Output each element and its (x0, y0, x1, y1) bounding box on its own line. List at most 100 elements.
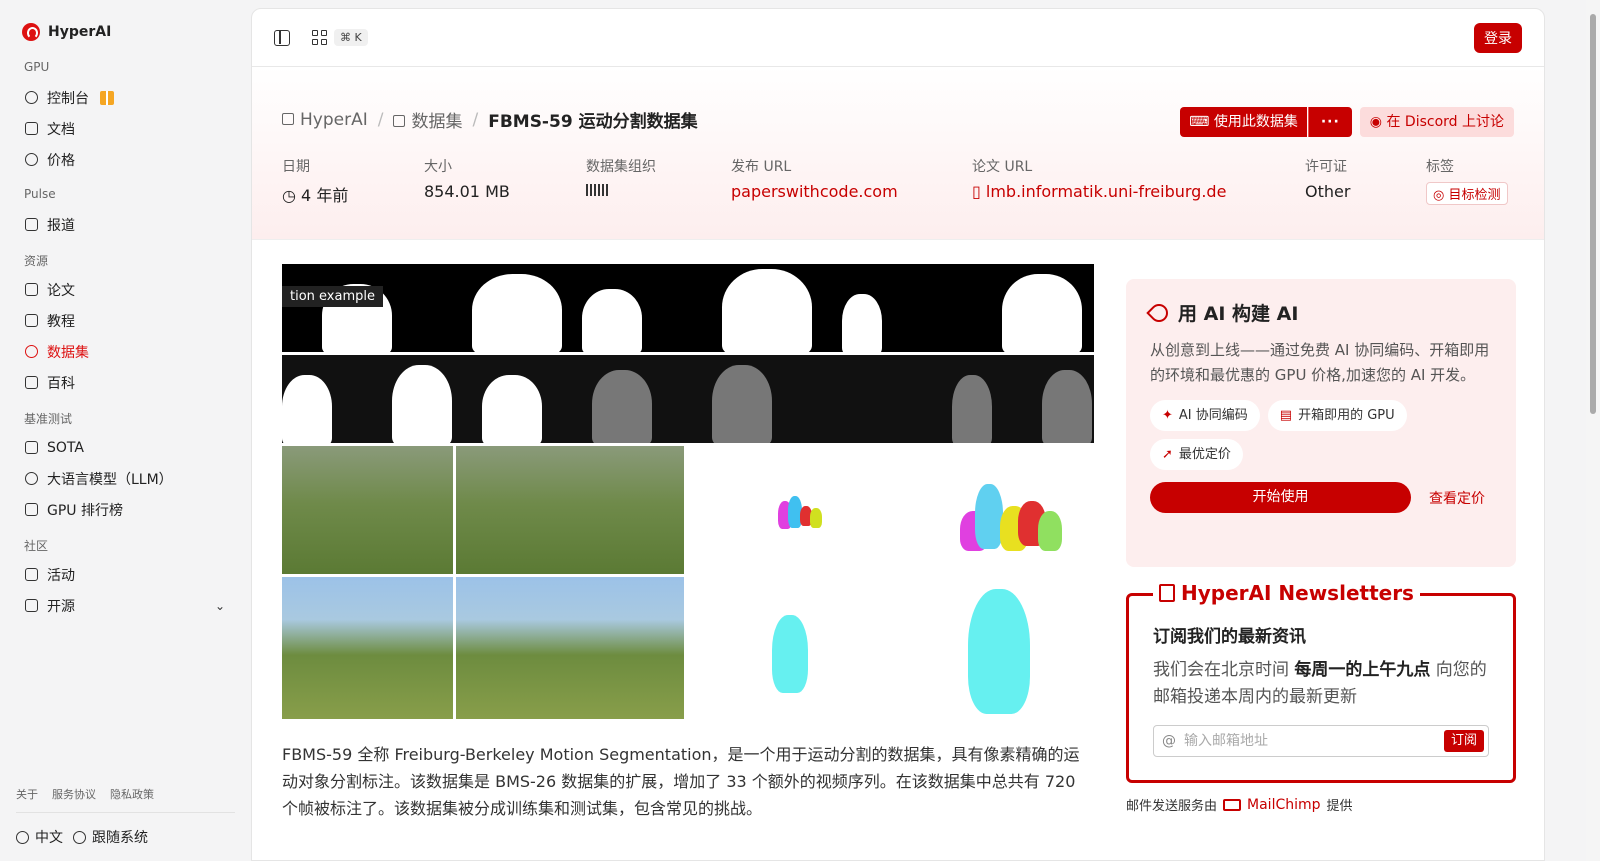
login-button[interactable]: 登录 (1474, 22, 1522, 53)
newsletter-box: HyperAI Newsletters 订阅我们的最新资讯 我们会在北京时间 每… (1126, 581, 1516, 783)
horse-mask-large (920, 577, 1094, 719)
right-rail: 用 AI 构建 AI 从创意到上线——通过免费 AI 协同编码、开箱即用的环境和… (1126, 279, 1516, 814)
sidebar-item-wiki[interactable]: 百科 (16, 367, 235, 398)
tag-object-detection[interactable]: ◎ 目标检测 (1426, 182, 1508, 205)
chevron-down-icon[interactable]: ⌄ (215, 599, 225, 613)
sidebar-item-llm[interactable]: 大语言模型（LLM） (16, 463, 235, 494)
meta-label: 大小 (424, 159, 452, 175)
page-scrollbar[interactable] (1586, 0, 1600, 861)
view-pricing-link[interactable]: 查看定价 (1429, 488, 1485, 508)
section-title-benchmarks: 基准测试 (24, 412, 73, 426)
meta-tags: 标签 ◎ 目标检测 (1426, 156, 1508, 206)
sidebar: HyperAI GPU 控制台 文档 价格 Pulse 报道 资源 论文 教程 … (0, 0, 251, 861)
dataset-actions: ⌨ 使用此数据集 ··· ◉ 在 Discord 上讨论 (1180, 107, 1514, 137)
sidebar-item-label: 开源 (47, 598, 75, 615)
server-icon: ▤ (1279, 408, 1293, 423)
discord-button[interactable]: ◉ 在 Discord 上讨论 (1359, 107, 1514, 137)
language-switcher[interactable]: 中文 (16, 827, 63, 847)
apps-grid-icon[interactable] (312, 29, 328, 46)
footer-link-terms[interactable]: 服务协议 (52, 786, 96, 802)
command-shortcut[interactable]: ⌘ K (334, 29, 368, 46)
sidebar-item-datasets[interactable]: 数据集 (16, 336, 235, 367)
sidebar-item-sota[interactable]: SOTA (16, 432, 235, 463)
list-icon (25, 599, 38, 612)
section-title-resources: 资源 (24, 254, 49, 268)
at-icon: @ (1162, 733, 1176, 749)
paper-url-text: lmb.informatik.uni-freiburg.de (985, 182, 1227, 201)
chip-ai-coding[interactable]: ✦ AI 协同编码 (1150, 400, 1260, 431)
ai-promo-title-text: 用 AI 构建 AI (1178, 303, 1299, 325)
geese-photo-small (282, 446, 453, 574)
credit-text: 邮件发送服务由 (1126, 799, 1218, 814)
theme-label: 跟随系统 (92, 830, 148, 846)
database-icon (393, 115, 406, 127)
publish-url-link[interactable]: paperswithcode.com (731, 182, 972, 201)
meta-publish-url: 发布 URL paperswithcode.com (731, 156, 972, 206)
sidebar-item-label: 数据集 (47, 344, 89, 361)
footer-link-about[interactable]: 关于 (16, 786, 38, 802)
horse-photo-large (456, 577, 684, 719)
subscribe-button[interactable]: 订阅 (1443, 730, 1484, 752)
sidebar-item-pricing[interactable]: 价格 (16, 144, 235, 175)
sidebar-toggle-icon[interactable] (274, 29, 290, 46)
mailchimp-link[interactable]: MailChimp (1247, 797, 1321, 813)
use-dataset-button[interactable]: ⌨ 使用此数据集 (1180, 107, 1307, 137)
sidebar-item-label: SOTA (47, 439, 84, 456)
page-title: FBMS-59 运动分割数据集 (488, 112, 698, 132)
sidebar-item-opensource[interactable]: 开源 ⌄ (16, 590, 235, 621)
sidebar-item-gpu-leaderboard[interactable]: GPU 排行榜 (16, 494, 235, 525)
footer-link-privacy[interactable]: 隐私政策 (110, 786, 154, 802)
more-options-button[interactable]: ··· (1307, 107, 1352, 137)
doc-icon (25, 122, 38, 135)
tag-label: 目标检测 (1448, 188, 1501, 203)
sidebar-item-console[interactable]: 控制台 (16, 82, 235, 113)
sidebar-item-label: 教程 (47, 313, 75, 330)
rocket-icon: ➚ (1162, 447, 1173, 462)
hyperai-logo-icon (22, 23, 40, 41)
footer-links: 关于 服务协议 隐私政策 (16, 786, 235, 813)
segmentation-strip-top (282, 264, 1094, 352)
meta-value: 4 年前 (301, 186, 349, 205)
chip-label: 最优定价 (1178, 447, 1231, 462)
newsletter-heading: 订阅我们的最新资讯 (1153, 627, 1306, 647)
sidebar-item-label: 论文 (47, 282, 75, 299)
meta-value: 854.01 MB (424, 182, 510, 201)
sidebar-item-label: 大语言模型（LLM） (47, 471, 173, 488)
sidebar-item-tutorials[interactable]: 教程 (16, 305, 235, 336)
sidebar-item-label: 文档 (47, 121, 75, 138)
meta-date: 日期 ◷ 4 年前 (282, 156, 424, 206)
sidebar-item-docs[interactable]: 文档 (16, 113, 235, 144)
horse-photo-small (282, 577, 453, 719)
book-icon (25, 314, 38, 327)
newsletter-text-bold: 每周一的上午九点 (1294, 660, 1431, 680)
section-title-pulse: Pulse (24, 187, 56, 201)
chip-pricing[interactable]: ➚ 最优定价 (1150, 439, 1243, 470)
sidebar-item-events[interactable]: 活动 (16, 559, 235, 590)
newsletter-title: HyperAI Newsletters (1153, 581, 1420, 605)
meta-org: 数据集组织 (586, 156, 731, 206)
breadcrumb-home[interactable]: HyperAI (282, 110, 368, 130)
chip-gpu[interactable]: ▤ 开箱即用的 GPU (1267, 400, 1407, 431)
get-started-button[interactable]: 开始使用 (1150, 482, 1411, 513)
clock-icon: ◷ (282, 186, 302, 205)
paper-url-link[interactable]: ▯ lmb.informatik.uni-freiburg.de (972, 182, 1305, 201)
use-dataset-label: 使用此数据集 (1213, 114, 1298, 130)
sidebar-item-news[interactable]: 报道 (16, 209, 235, 240)
gauge-icon (25, 91, 38, 104)
section-title-community: 社区 (24, 539, 49, 553)
sidebar-item-label: 百科 (47, 375, 75, 392)
section-title-gpu: GPU (24, 60, 50, 74)
target-icon: ◎ (1433, 188, 1449, 203)
scrollbar-thumb[interactable] (1590, 14, 1596, 414)
paper-icon (25, 283, 38, 296)
horse-mask-small (688, 577, 916, 719)
breadcrumb-datasets[interactable]: 数据集 (393, 107, 462, 132)
brand[interactable]: HyperAI (16, 22, 235, 42)
newsletter-form: @ 订阅 (1153, 725, 1489, 757)
dataset-example-image: tion example (282, 264, 1094, 719)
figure-caption: tion example (282, 286, 383, 307)
sidebar-item-papers[interactable]: 论文 (16, 274, 235, 305)
organization-logo[interactable] (586, 184, 608, 196)
email-input[interactable] (1184, 733, 1444, 749)
theme-switcher[interactable]: 跟随系统 (73, 827, 148, 847)
